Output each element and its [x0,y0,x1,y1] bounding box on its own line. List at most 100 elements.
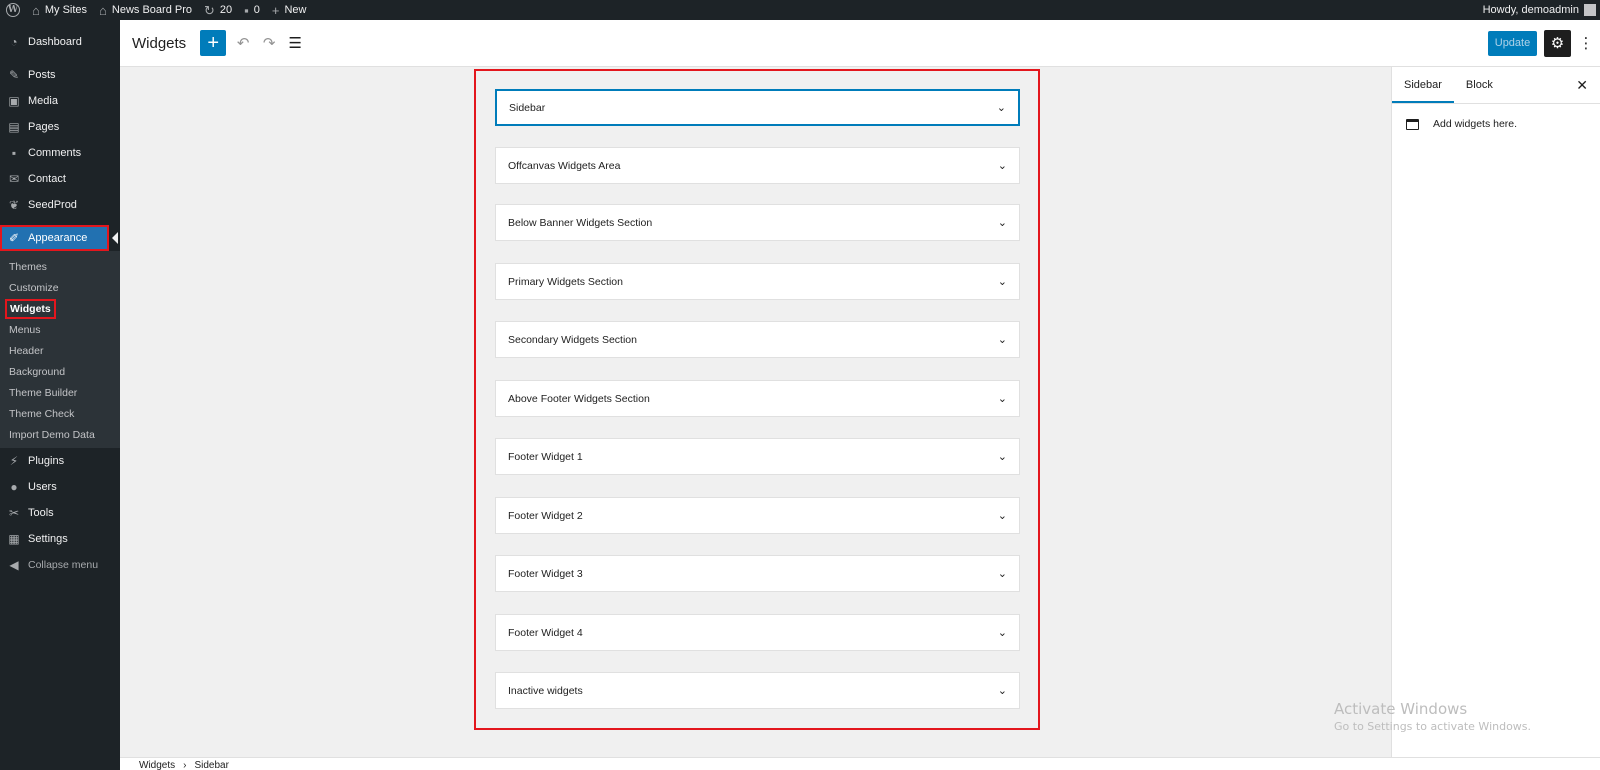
new-label: New [284,4,307,16]
update-button[interactable]: Update [1488,30,1537,56]
menu-item-dashboard[interactable]: ◔ Dashboard [0,29,120,55]
menu-label: Appearance [28,232,88,244]
wp-logo-menu[interactable]: W [0,0,26,20]
redo-button[interactable]: ↷ [256,30,282,56]
menu-item-pages[interactable]: ▤ Pages [0,114,120,140]
widget-area-title: Offcanvas Widgets Area [508,159,621,172]
more-vertical-icon: ⋮ [1578,35,1594,52]
options-menu-button[interactable]: ⋮ [1578,30,1594,56]
submenu-label: Theme Builder [9,386,78,399]
menu-item-media[interactable]: ▣ Media [0,88,120,114]
widget-area-footer-2[interactable]: Footer Widget 2 ⌄ [495,497,1020,534]
undo-icon: ↶ [236,35,250,52]
widget-area-sidebar[interactable]: Sidebar ⌄ [495,89,1020,126]
widget-area-title: Sidebar [509,101,546,114]
menu-label: Comments [28,147,82,159]
menu-label: Collapse menu [28,559,99,571]
chevron-down-icon: ⌄ [997,685,1007,697]
collapse-menu-button[interactable]: ◀ Collapse menu [0,552,120,578]
pages-icon: ▤ [8,120,20,134]
widget-area-below-banner[interactable]: Below Banner Widgets Section ⌄ [495,204,1020,241]
menu-label: Pages [28,121,60,133]
menu-item-seedprod[interactable]: ❦ SeedProd [0,192,120,218]
submenu-item-theme-check[interactable]: Theme Check [0,403,120,424]
windows-activation-watermark: Activate Windows Go to Settings to activ… [1334,700,1531,733]
widget-area-footer-1[interactable]: Footer Widget 1 ⌄ [495,438,1020,475]
widget-area-primary[interactable]: Primary Widgets Section ⌄ [495,263,1020,300]
watermark-subtitle: Go to Settings to activate Windows. [1334,720,1532,733]
widget-area-title: Footer Widget 4 [508,626,583,639]
submenu-item-header[interactable]: Header [0,340,120,361]
new-content-menu[interactable]: + New [266,0,313,20]
menu-item-appearance[interactable]: ✐ Appearance [0,225,118,251]
inspector-body: Add widgets here. [1392,104,1600,144]
updates-menu[interactable]: ↻ 20 [198,0,238,20]
list-view-button[interactable]: ☰ [282,30,308,56]
update-label: Update [1494,37,1531,49]
widget-area-footer-3[interactable]: Footer Widget 3 ⌄ [495,555,1020,592]
submenu-label: Background [9,365,66,378]
widget-area-above-footer[interactable]: Above Footer Widgets Section ⌄ [495,380,1020,417]
my-sites-label: My Sites [44,4,88,16]
howdy-label: Howdy, demoadmin [1482,4,1579,16]
tab-sidebar[interactable]: Sidebar [1392,67,1454,103]
submenu-item-customize[interactable]: Customize [0,277,120,298]
list-view-icon: ☰ [288,35,302,52]
widget-area-title: Footer Widget 1 [508,450,583,463]
submenu-item-background[interactable]: Background [0,361,120,382]
breadcrumb-current[interactable]: Sidebar [194,760,228,770]
menu-item-users[interactable]: ● Users [0,474,120,500]
submenu-label: Customize [9,281,59,294]
add-block-button[interactable]: + [200,30,227,56]
wordpress-icon: W [6,3,20,17]
submenu-item-widgets[interactable]: Widgets [0,298,120,319]
appearance-submenu: Themes Customize Widgets Menus Header Ba… [0,251,120,448]
media-icon: ▣ [8,94,20,108]
undo-button[interactable]: ↶ [230,30,256,56]
submenu-item-menus[interactable]: Menus [0,319,120,340]
menu-label: Settings [28,533,68,545]
paintbrush-icon: ✐ [8,231,20,245]
menu-item-settings[interactable]: ▦ Settings [0,526,120,552]
submenu-item-themes[interactable]: Themes [0,256,120,277]
widget-area-footer-4[interactable]: Footer Widget 4 ⌄ [495,614,1020,651]
page-title: Widgets [132,34,187,52]
menu-label: Posts [28,69,56,81]
menu-item-tools[interactable]: ✂ Tools [0,500,120,526]
breadcrumb-root[interactable]: Widgets [139,760,175,770]
menu-item-plugins[interactable]: ⚡ Plugins [0,448,120,474]
comments-menu[interactable]: ▪ 0 [238,0,266,20]
tab-block[interactable]: Block [1454,67,1505,103]
menu-label: Tools [28,507,54,519]
chevron-down-icon: ⌄ [997,568,1007,580]
chevron-down-icon: ⌄ [997,451,1007,463]
updates-icon: ↻ [204,2,215,18]
account-menu[interactable]: Howdy, demoadmin [1483,4,1600,16]
comments-count: 0 [253,4,260,16]
settings-button[interactable]: ⚙ [1544,29,1571,57]
editor-header: Widgets + ↶ ↷ ☰ Update ⚙ ⋮ [120,20,1600,67]
tab-label: Block [1465,79,1493,91]
chevron-down-icon: ⌄ [997,334,1007,346]
menu-item-contact[interactable]: ✉ Contact [0,166,120,192]
pin-icon: ✎ [8,68,20,82]
plus-icon: + [207,31,220,54]
widget-area-title: Secondary Widgets Section [508,333,637,346]
close-settings-button[interactable]: ✕ [1564,67,1600,103]
widget-area-inactive[interactable]: Inactive widgets ⌄ [495,672,1020,709]
site-name-menu[interactable]: ⌂ News Board Pro [93,0,198,20]
widget-area-secondary[interactable]: Secondary Widgets Section ⌄ [495,321,1020,358]
menu-item-posts[interactable]: ✎ Posts [0,62,120,88]
watermark-title: Activate Windows [1334,700,1468,718]
site-name-label: News Board Pro [111,4,192,16]
plus-icon: + [271,2,280,18]
chevron-down-icon: ⌄ [996,102,1006,114]
inspector-tabs: Sidebar Block ✕ [1392,67,1600,104]
submenu-item-import-demo-data[interactable]: Import Demo Data [0,424,120,445]
widget-area-offcanvas[interactable]: Offcanvas Widgets Area ⌄ [495,147,1020,184]
comment-bubble-icon: ▪ [244,2,249,18]
my-sites-menu[interactable]: ⌂ My Sites [26,0,93,20]
settings-sidebar: Sidebar Block ✕ Add widgets here. [1391,67,1600,757]
menu-item-comments[interactable]: ▪ Comments [0,140,120,166]
submenu-item-theme-builder[interactable]: Theme Builder [0,382,120,403]
